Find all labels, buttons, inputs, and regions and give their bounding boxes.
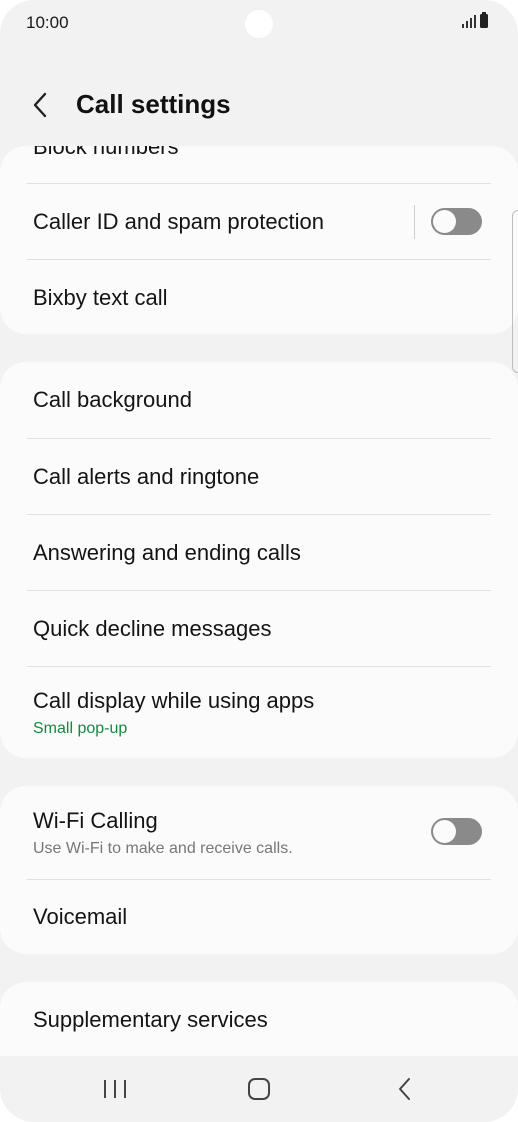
settings-card-call-experience: Call background Call alerts and ringtone…	[0, 362, 518, 758]
setting-answering-ending[interactable]: Answering and ending calls	[0, 515, 518, 591]
setting-block-numbers[interactable]: Block numbers	[0, 146, 518, 184]
setting-subtitle: Use Wi-Fi to make and receive calls.	[33, 840, 293, 857]
home-button[interactable]	[239, 1074, 279, 1104]
nav-back-button[interactable]	[385, 1074, 425, 1104]
recents-icon	[104, 1080, 126, 1098]
setting-call-background[interactable]: Call background	[0, 362, 518, 439]
setting-bixby-text-call[interactable]: Bixby text call	[0, 260, 518, 334]
home-icon	[248, 1078, 270, 1100]
setting-title: Quick decline messages	[33, 616, 272, 641]
status-icons	[462, 12, 488, 28]
setting-title: Bixby text call	[33, 285, 168, 310]
setting-wifi-calling[interactable]: Wi-Fi Calling Use Wi-Fi to make and rece…	[0, 786, 518, 880]
app-header: Call settings	[0, 80, 518, 130]
settings-card-supplementary: Supplementary services	[0, 982, 518, 1056]
setting-call-alerts-ringtone[interactable]: Call alerts and ringtone	[0, 439, 518, 515]
setting-title: Wi-Fi Calling	[33, 808, 158, 833]
front-camera	[245, 10, 273, 38]
back-button[interactable]	[28, 88, 58, 122]
setting-subtitle: Small pop-up	[33, 720, 128, 737]
battery-icon	[480, 12, 488, 28]
recents-button[interactable]	[95, 1074, 135, 1104]
separator	[414, 205, 415, 239]
chevron-left-icon	[33, 92, 47, 118]
settings-list[interactable]: Block numbers Caller ID and spam protect…	[0, 146, 518, 1056]
setting-supplementary-services[interactable]: Supplementary services	[0, 982, 518, 1056]
page-title: Call settings	[76, 89, 231, 119]
setting-caller-id-spam[interactable]: Caller ID and spam protection	[0, 184, 518, 260]
settings-card-wifi-voicemail: Wi-Fi Calling Use Wi-Fi to make and rece…	[0, 786, 518, 954]
toggle-knob	[433, 210, 456, 233]
setting-title: Call display while using apps	[33, 688, 315, 713]
status-bar: 10:00	[0, 0, 518, 50]
caller-id-toggle[interactable]	[431, 208, 482, 235]
signal-icon	[462, 14, 476, 28]
navigation-bar	[0, 1056, 518, 1122]
setting-title: Answering and ending calls	[33, 540, 301, 565]
wifi-calling-toggle[interactable]	[431, 818, 482, 845]
toggle-knob	[433, 820, 456, 843]
scrollbar[interactable]	[512, 210, 518, 373]
setting-title: Block numbers	[33, 146, 179, 159]
status-time: 10:00	[26, 13, 69, 32]
setting-call-display-apps[interactable]: Call display while using apps Small pop-…	[0, 667, 518, 758]
setting-title: Supplementary services	[33, 1007, 268, 1032]
settings-card-calls-blocking: Block numbers Caller ID and spam protect…	[0, 146, 518, 334]
setting-quick-decline[interactable]: Quick decline messages	[0, 591, 518, 667]
setting-voicemail[interactable]: Voicemail	[0, 880, 518, 954]
setting-title: Call background	[33, 387, 192, 412]
back-icon	[399, 1078, 410, 1100]
setting-title: Caller ID and spam protection	[33, 209, 325, 234]
setting-title: Call alerts and ringtone	[33, 464, 260, 489]
phone-screen: 10:00 Call settings Block numbers Caller…	[0, 0, 518, 1122]
setting-title: Voicemail	[33, 904, 128, 929]
